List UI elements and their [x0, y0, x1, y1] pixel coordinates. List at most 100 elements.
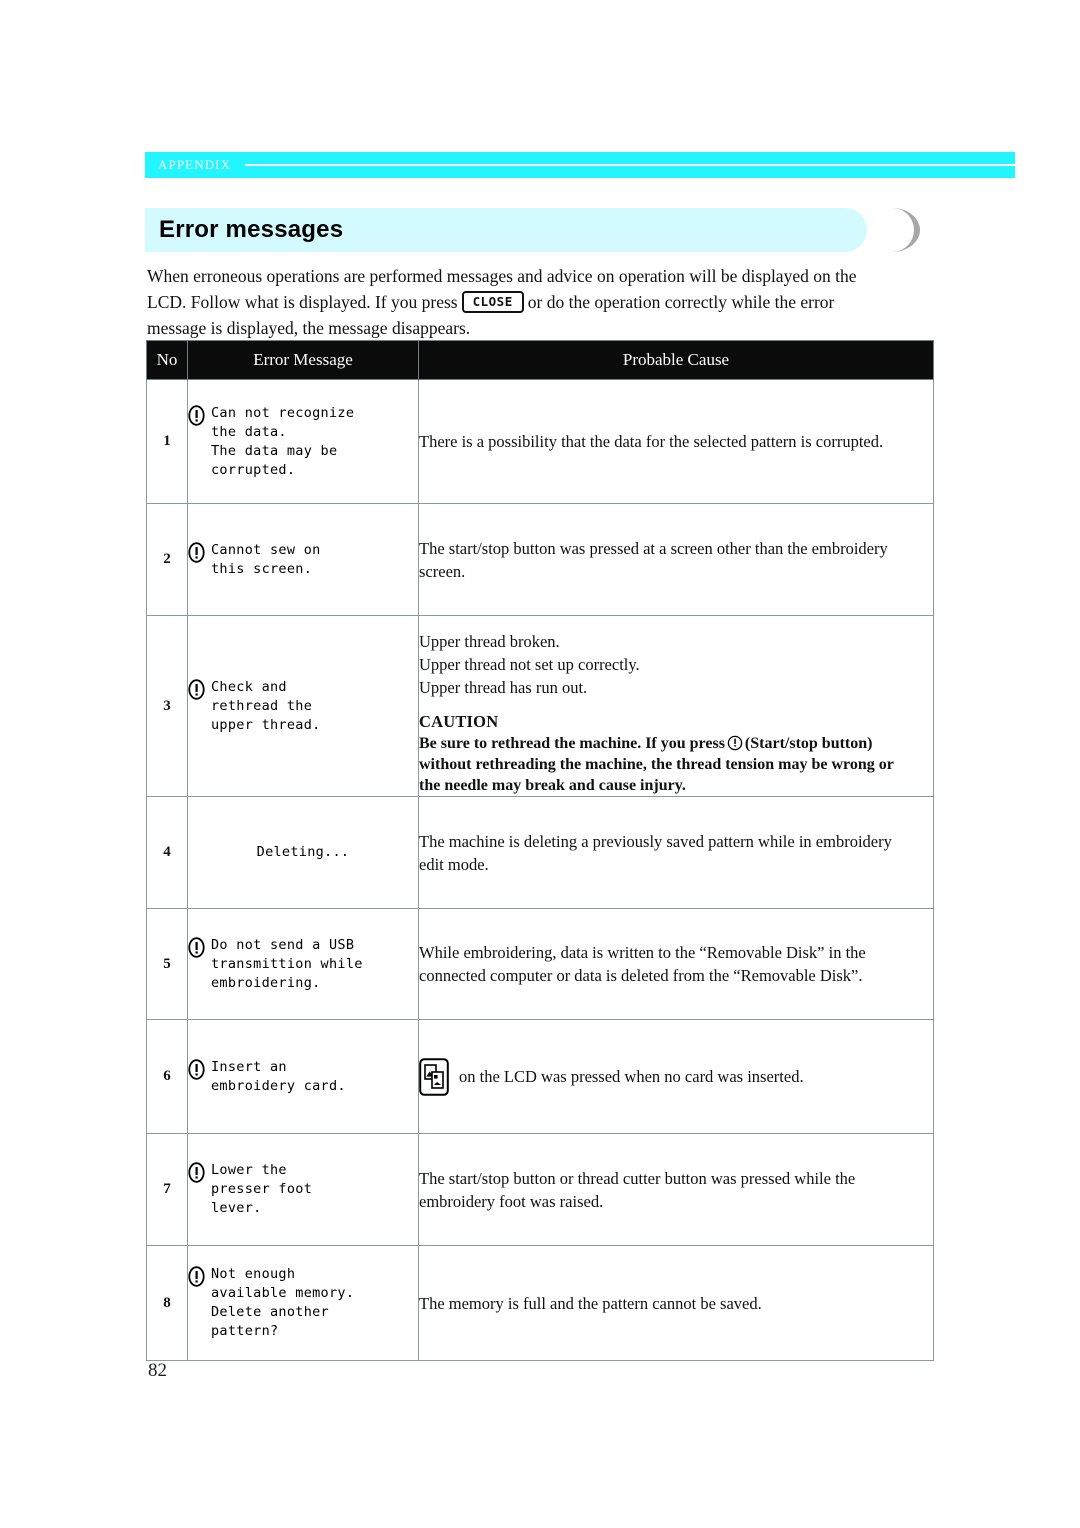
table-row: 4 Deleting... The machine is deleting a …: [146, 796, 934, 909]
lcd-message-text: Insert an embroidery card.: [211, 1058, 346, 1094]
cause-text: Upper thread broken. Upper thread not se…: [419, 630, 933, 699]
caution-line-1: Be sure to rethread the machine. If you …: [419, 733, 933, 754]
cause-line-1: The start/stop button was pressed at a s…: [419, 538, 888, 558]
probable-cause-cell: The start/stop button or thread cutter b…: [418, 1133, 934, 1246]
table-row: 5 Do not send a USB transmittion while e…: [146, 908, 934, 1020]
cause-line-1: While embroidering, data is written to t…: [419, 943, 866, 962]
table-row: 3 Check and rethread the upper thread. U…: [146, 615, 934, 797]
close-key-button[interactable]: CLOSE: [461, 291, 524, 313]
lcd-message: Can not recognize the data. The data may…: [188, 404, 418, 480]
table-row: 7 Lower the presser foot lever. The star…: [146, 1133, 934, 1246]
lcd-message: Not enough available memory. Delete anot…: [188, 1265, 418, 1341]
caution-heading: CAUTION: [419, 712, 499, 731]
caution-line-1-before: Be sure to rethread the machine. If you …: [419, 735, 725, 752]
error-message-cell: Lower the presser foot lever.: [187, 1133, 419, 1246]
probable-cause-cell: The machine is deleting a previously sav…: [418, 796, 934, 909]
table-header-row: No Error Message Probable Cause: [146, 340, 934, 380]
intro-paragraph: When erroneous operations are performed …: [147, 263, 937, 341]
cause-line-2: edit mode.: [419, 854, 489, 874]
probable-cause-cell: The memory is full and the pattern canno…: [418, 1245, 934, 1361]
cause-text: The start/stop button or thread cutter b…: [419, 1167, 933, 1213]
embroidery-card-icon: [419, 1057, 449, 1096]
cause-line-2: connected computer or data is deleted fr…: [419, 966, 863, 985]
running-head-rule: [245, 164, 1015, 166]
row-number: 3: [146, 615, 188, 797]
lcd-message-text: Check and rethread the upper thread.: [211, 678, 321, 733]
error-message-cell: Can not recognize the data. The data may…: [187, 379, 419, 504]
row-number: 6: [146, 1019, 188, 1134]
table-row: 8 Not enough available memory. Delete an…: [146, 1245, 934, 1361]
row-number: 8: [146, 1245, 188, 1361]
error-message-cell: Cannot sew on this screen.: [187, 503, 419, 616]
row-number: 2: [146, 503, 188, 616]
probable-cause-cell: on the LCD was pressed when no card was …: [418, 1019, 934, 1134]
alert-exclamation-icon: [188, 541, 205, 563]
page-number: 82: [148, 1360, 167, 1381]
section-banner: Error messages: [145, 208, 935, 252]
probable-cause-cell: While embroidering, data is written to t…: [418, 908, 934, 1020]
running-head-label: APPENDIX: [158, 157, 232, 172]
lcd-message-text: Cannot sew on this screen.: [211, 541, 321, 577]
lcd-message-text: Lower the presser foot lever.: [211, 1162, 313, 1216]
row-number: 7: [146, 1133, 188, 1246]
row-number: 4: [146, 796, 188, 909]
lcd-message-text: Can not recognize the data. The data may…: [211, 404, 355, 478]
cause-line-2: Upper thread not set up correctly.: [419, 655, 640, 674]
intro-line-2: LCD. Follow what is displayed. If you pr…: [147, 289, 937, 315]
alert-exclamation-icon: [188, 404, 205, 426]
error-messages-table: No Error Message Probable Cause 1 Can no…: [146, 340, 934, 1361]
row-number: 1: [146, 379, 188, 504]
lcd-message: Deleting...: [188, 843, 418, 862]
caution-body: Be sure to rethread the machine. If you …: [419, 733, 933, 796]
lcd-message: Do not send a USB transmittion while emb…: [188, 936, 418, 993]
probable-cause-cell: Upper thread broken. Upper thread not se…: [418, 615, 934, 797]
cause-line-2: embroidery foot was raised.: [419, 1191, 604, 1211]
lcd-message: Check and rethread the upper thread.: [188, 678, 418, 735]
running-head-bar: APPENDIX: [145, 152, 1015, 178]
error-message-cell: Deleting...: [187, 796, 419, 909]
alert-exclamation-icon: [188, 936, 205, 958]
table-row: 6 Insert an embroidery card. on the LCD …: [146, 1019, 934, 1134]
start-stop-button-icon: [727, 735, 743, 751]
error-message-cell: Check and rethread the upper thread.: [187, 615, 419, 797]
table-row: 2 Cannot sew on this screen. The start/s…: [146, 503, 934, 616]
cause-text: The machine is deleting a previously sav…: [419, 830, 933, 876]
header-probable-cause: Probable Cause: [418, 340, 934, 380]
cause-line-1: The machine is deleting a previously sav…: [419, 831, 892, 851]
row-number: 5: [146, 908, 188, 1020]
section-banner-pill: Error messages: [145, 208, 867, 252]
header-error-message: Error Message: [187, 340, 419, 380]
alert-exclamation-icon: [188, 678, 205, 700]
page-title: Error messages: [159, 216, 344, 243]
error-message-cell: Do not send a USB transmittion while emb…: [187, 908, 419, 1020]
error-message-cell: Insert an embroidery card.: [187, 1019, 419, 1134]
cause-line-2: screen.: [419, 561, 466, 581]
cause-line-1: Upper thread broken.: [419, 632, 560, 651]
lcd-message-text: Do not send a USB transmittion while emb…: [211, 936, 363, 991]
cause-line-3: Upper thread has run out.: [419, 678, 588, 697]
caution-line-1-after: (Start/stop button): [744, 735, 873, 752]
cause-with-icon: on the LCD was pressed when no card was …: [419, 1057, 933, 1096]
intro-line-2-after: or do the operation correctly while the …: [527, 292, 835, 312]
alert-exclamation-icon: [188, 1266, 205, 1287]
error-message-cell: Not enough available memory. Delete anot…: [187, 1245, 419, 1361]
cause-text: on the LCD was pressed when no card was …: [459, 1067, 804, 1086]
lcd-message: Cannot sew on this screen.: [188, 541, 418, 579]
intro-line-2-before: LCD. Follow what is displayed. If you pr…: [147, 292, 458, 312]
cause-text: While embroidering, data is written to t…: [419, 941, 933, 987]
lcd-message-text: Deleting...: [256, 844, 350, 860]
header-no: No: [146, 340, 188, 380]
cause-line-1: The start/stop button or thread cutter b…: [419, 1168, 856, 1188]
lcd-message-text: Not enough available memory. Delete anot…: [211, 1266, 355, 1339]
caution-line-2: without rethreading the machine, the thr…: [419, 756, 894, 773]
intro-line-1: When erroneous operations are performed …: [147, 266, 857, 286]
alert-exclamation-icon: [188, 1058, 205, 1080]
alert-exclamation-icon: [188, 1162, 205, 1183]
probable-cause-cell: The start/stop button was pressed at a s…: [418, 503, 934, 616]
crescent-decoration-icon: [892, 208, 920, 252]
probable-cause-cell: There is a possibility that the data for…: [418, 379, 934, 504]
intro-line-3: message is displayed, the message disapp…: [147, 318, 471, 338]
lcd-message: Lower the presser foot lever.: [188, 1161, 418, 1218]
caution-line-3: the needle may break and cause injury.: [419, 777, 686, 794]
lcd-message: Insert an embroidery card.: [188, 1058, 418, 1096]
